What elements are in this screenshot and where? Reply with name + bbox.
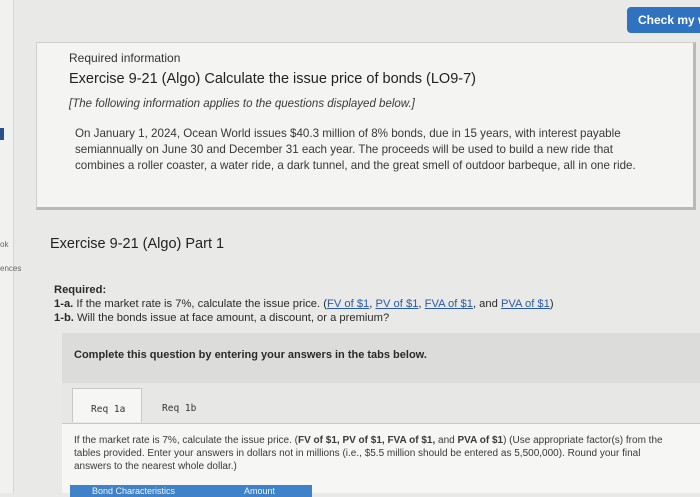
required-information-heading: Required information bbox=[69, 51, 181, 65]
column-header-amount: Amount bbox=[244, 486, 276, 496]
part-title: Exercise 9-21 (Algo) Part 1 bbox=[50, 236, 225, 252]
left-sidebar: ok ences bbox=[0, 0, 21, 493]
exercise-title: Exercise 9-21 (Algo) Calculate the issue… bbox=[69, 71, 476, 87]
required-item-1a: 1-a. If the market rate is 7%, calculate… bbox=[54, 298, 554, 310]
info-note: [The following information applies to th… bbox=[69, 98, 415, 110]
required-item-1b: 1-b. Will the bonds issue at face amount… bbox=[54, 312, 390, 324]
instructions-banner: Complete this question by entering your … bbox=[62, 333, 700, 383]
tab-req-1a[interactable]: Req 1a bbox=[72, 388, 142, 422]
tab-req-1b[interactable]: Req 1b bbox=[144, 388, 214, 422]
pv-of-1-link[interactable]: PV of $1 bbox=[376, 298, 419, 310]
required-section: Required: 1-a. If the market rate is 7%,… bbox=[54, 283, 694, 325]
answer-table-header: Bond Characteristics Amount bbox=[70, 485, 312, 497]
column-header-bond-characteristics: Bond Characteristics bbox=[92, 486, 176, 496]
problem-paragraph: On January 1, 2024, Ocean World issues $… bbox=[75, 127, 636, 172]
required-information-panel: Required information Exercise 9-21 (Algo… bbox=[36, 42, 696, 210]
instructions-text: Complete this question by entering your … bbox=[74, 349, 427, 361]
tab-panel: Req 1a Req 1b If the market rate is 7%, … bbox=[62, 383, 700, 497]
pva-of-1-link[interactable]: PVA of $1 bbox=[501, 298, 550, 310]
fv-of-1-link[interactable]: FV of $1 bbox=[327, 298, 369, 310]
check-my-work-button[interactable]: Check my w bbox=[627, 7, 700, 33]
sidebar-active-marker bbox=[0, 128, 4, 140]
question-box: If the market rate is 7%, calculate the … bbox=[62, 423, 700, 497]
sidebar-label-references[interactable]: ences bbox=[0, 264, 21, 273]
required-label: Required: bbox=[54, 284, 107, 296]
sidebar-label-ok[interactable]: ok bbox=[0, 240, 8, 249]
fva-of-1-link[interactable]: FVA of $1 bbox=[425, 298, 473, 310]
question-text: If the market rate is 7%, calculate the … bbox=[74, 435, 663, 472]
